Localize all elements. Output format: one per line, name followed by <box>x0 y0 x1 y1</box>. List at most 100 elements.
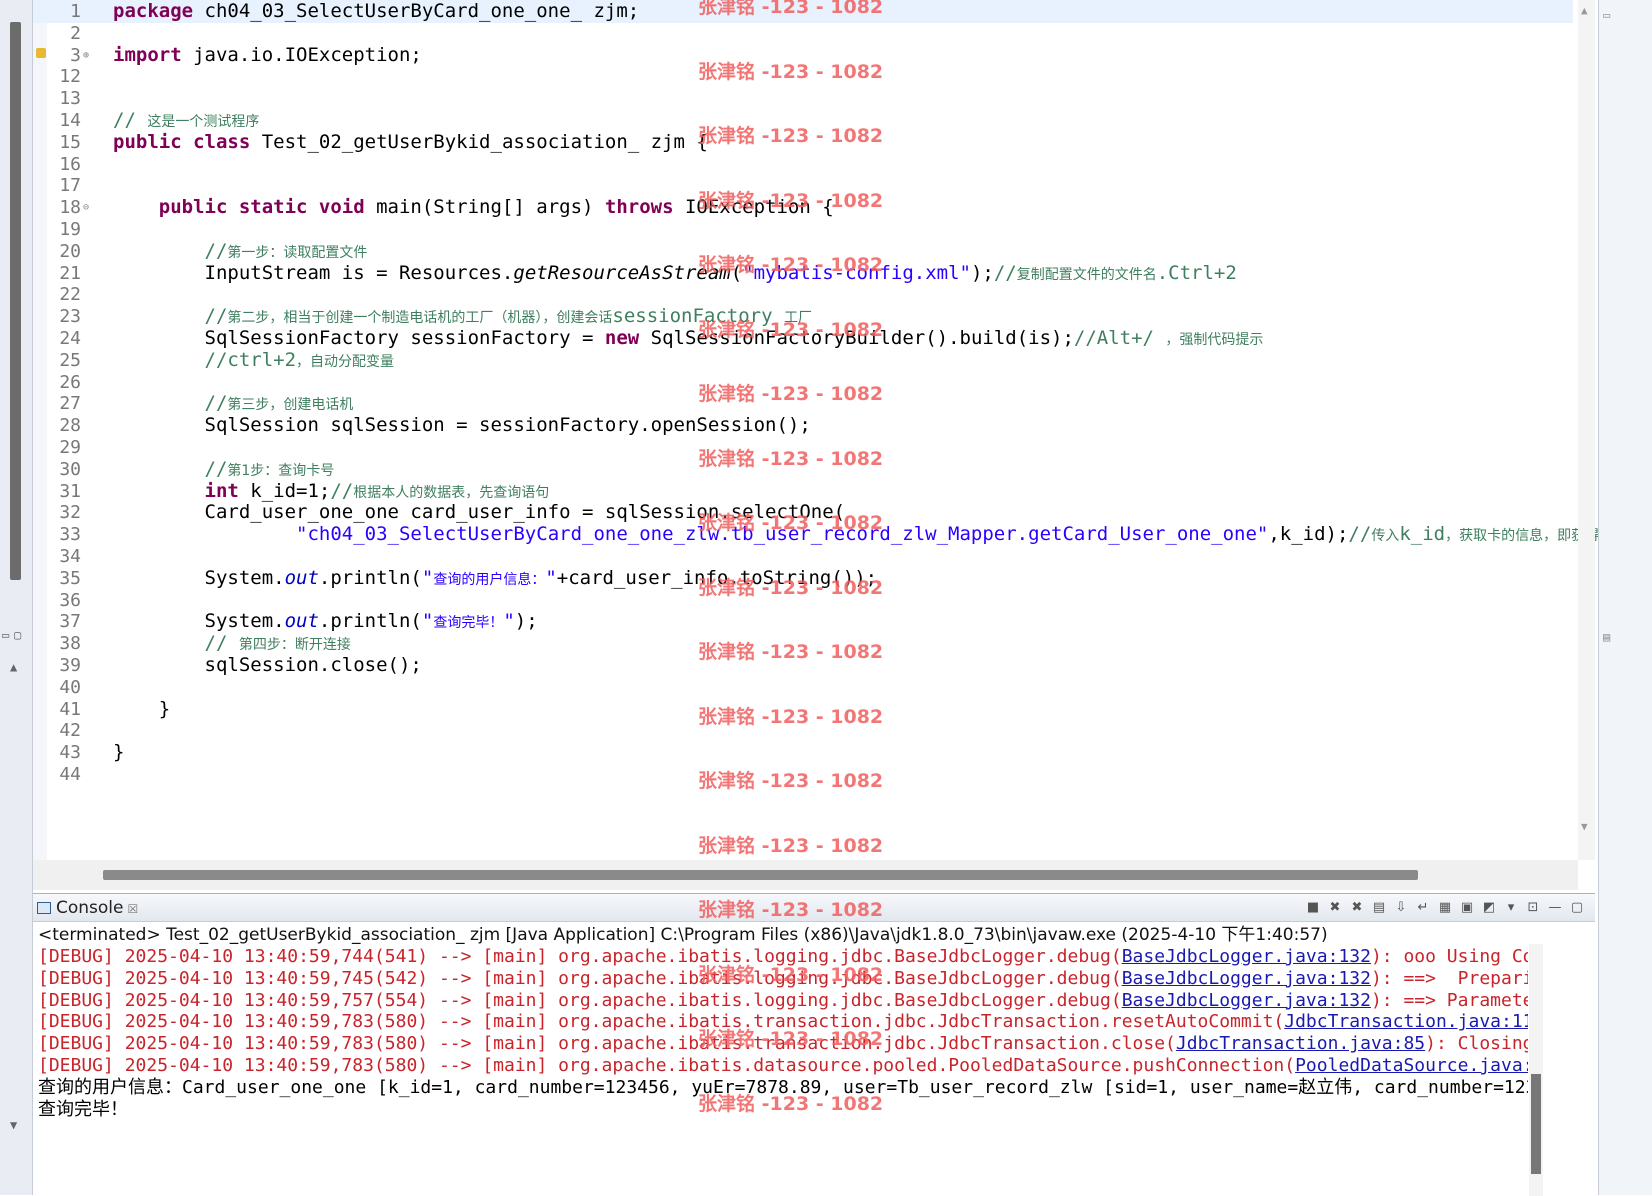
code-line[interactable]: 16 <box>33 153 1573 176</box>
code-text[interactable]: } <box>113 698 170 721</box>
open-console-icon[interactable]: ▾ <box>1503 900 1519 916</box>
minimize-icon[interactable]: ▭ <box>2 628 9 642</box>
code-line[interactable]: 43} <box>33 741 1573 764</box>
remove-launch-icon[interactable]: ✖ <box>1327 900 1343 916</box>
line-number: 25 <box>59 349 81 371</box>
code-line[interactable]: 13 <box>33 87 1573 110</box>
line-number: 34 <box>59 546 81 567</box>
left-scrollbar-thumb[interactable] <box>10 22 21 580</box>
console-scrollbar-thumb[interactable] <box>1531 1074 1541 1174</box>
code-token: // <box>113 457 228 480</box>
line-number: 2 <box>70 22 81 44</box>
code-line[interactable]: 28 SqlSession sqlSession = sessionFactor… <box>33 414 1573 437</box>
view-menu-icon[interactable]: ⊡ <box>1525 900 1541 916</box>
line-number: 31 <box>59 480 81 502</box>
line-number: 13 <box>59 88 81 110</box>
line-number: 44 <box>59 764 81 785</box>
code-token: throws <box>604 196 674 219</box>
log-text: [DEBUG] 2025-04-10 13:40:59,744(541) -->… <box>38 946 1122 967</box>
code-token: 根据本人的数据表，先查询语句 <box>353 484 550 501</box>
tab-console[interactable]: Console ☒ <box>37 896 138 920</box>
code-token: ,k_id); <box>1268 523 1349 546</box>
code-token: 查询完毕！ <box>433 615 504 632</box>
line-number: 22 <box>59 284 81 306</box>
display-selected-icon[interactable]: ◩ <box>1481 900 1497 916</box>
code-token: // <box>113 239 228 262</box>
code-line[interactable]: 2 <box>33 22 1573 45</box>
code-text[interactable]: package ch04_03_SelectUserByCard_one_one… <box>113 0 639 23</box>
code-line[interactable]: 25 //ctrl+2，自动分配变量 <box>33 349 1573 372</box>
code-line[interactable]: 19 <box>33 218 1573 241</box>
close-tab-icon[interactable]: ☒ <box>128 902 139 916</box>
show-on-output-icon[interactable]: ▦ <box>1437 900 1453 916</box>
code-text[interactable]: sqlSession.close(); <box>113 654 422 677</box>
horizontal-scrollbar-thumb[interactable] <box>103 870 1418 880</box>
code-text[interactable]: import java.io.IOException; <box>113 44 422 67</box>
watermark-text: 张津铭 -123 - 1082 <box>698 254 884 276</box>
code-token: // <box>113 305 228 328</box>
fold-toggle-icon[interactable]: ⊖ <box>83 196 89 219</box>
code-token: System. <box>113 566 285 589</box>
code-token: SqlSessionFactory sessionFactory = <box>113 327 605 349</box>
editor-horizontal-scrollbar[interactable] <box>33 860 1578 890</box>
code-token: SqlSession sqlSession = sessionFactory.o… <box>113 414 811 437</box>
code-text[interactable]: } <box>113 741 124 764</box>
clear-console-icon[interactable]: ▤ <box>1371 900 1387 916</box>
code-token: new <box>604 327 640 349</box>
line-number: 19 <box>59 219 81 240</box>
line-number: 30 <box>59 458 81 480</box>
line-number: 1 <box>70 1 81 22</box>
code-token: " <box>421 610 434 633</box>
code-line[interactable]: 34 <box>33 545 1573 568</box>
source-link[interactable]: PooledDataSource.java:332 <box>1295 1055 1528 1076</box>
code-line[interactable]: 22 <box>33 283 1573 306</box>
code-line[interactable]: 31 int k_id=1;//根据本人的数据表，先查询语句 <box>33 480 1573 503</box>
remove-all-icon[interactable]: ✖ <box>1349 900 1365 916</box>
scroll-down-icon[interactable]: ▼ <box>10 1118 17 1132</box>
line-number: 20 <box>59 240 81 262</box>
pin-console-icon[interactable]: ▣ <box>1459 900 1475 916</box>
code-line[interactable]: 37 System.out.println("查询完毕！"); <box>33 610 1573 633</box>
maximize-icon[interactable]: ▢ <box>14 628 21 642</box>
outline-icon[interactable]: ▤ <box>1603 630 1610 644</box>
code-text[interactable]: SqlSession sqlSession = sessionFactory.o… <box>113 414 811 437</box>
word-wrap-icon[interactable]: ↵ <box>1415 900 1431 916</box>
right-panel-strip: ▭ ▤ <box>1598 0 1652 1195</box>
console-toolbar: ■ ✖ ✖ ▤ ⇩ ↵ ▦ ▣ ◩ ▾ ⊡ — ▢ <box>1305 898 1585 918</box>
fold-toggle-icon[interactable]: ⊕ <box>83 44 89 67</box>
scroll-down-icon[interactable]: ▼ <box>1581 820 1588 833</box>
code-token: ，自动分配变量 <box>296 353 395 370</box>
terminate-icon[interactable]: ■ <box>1305 900 1321 916</box>
source-link[interactable]: JdbcTransaction.java:85 <box>1176 1033 1425 1054</box>
watermark-text: 张津铭 -123 - 1082 <box>698 1092 884 1115</box>
code-token: " <box>545 566 557 589</box>
log-text: [DEBUG] 2025-04-10 13:40:59,783(580) -->… <box>38 1033 1176 1055</box>
code-text[interactable]: public class Test_02_getUserBykid_associ… <box>113 131 708 154</box>
code-token: // <box>993 261 1017 284</box>
code-token: 这是一个测试程序 <box>147 114 260 130</box>
debug-log-line: [DEBUG] 2025-04-10 13:40:59,783(580) -->… <box>38 1055 1528 1077</box>
code-token: " <box>503 610 515 633</box>
line-number: 41 <box>59 698 81 720</box>
log-text: [DEBUG] 2025-04-10 13:40:59,757(554) -->… <box>38 989 1122 1011</box>
maximize-icon[interactable]: ▢ <box>1569 900 1585 916</box>
code-token: .Ctrl+2 <box>1156 261 1237 284</box>
code-token: // <box>330 479 354 502</box>
scroll-up-icon[interactable]: ▲ <box>10 660 17 674</box>
code-line[interactable]: 40 <box>33 676 1573 699</box>
watermark-text: 张津铭 -123 - 1082 <box>698 60 884 83</box>
source-link[interactable]: BaseJdbcLogger.java:132 <box>1122 990 1371 1011</box>
left-panel-strip: ▭ ▢ ▲ ▼ <box>0 0 33 1195</box>
line-number: 39 <box>59 655 81 676</box>
console-vertical-scrollbar[interactable] <box>1529 944 1543 1196</box>
editor-vertical-scrollbar[interactable]: ▲ ▼ <box>1578 0 1595 860</box>
restore-icon[interactable]: ▭ <box>1603 8 1610 22</box>
code-token: 第一步：读取配置文件 <box>227 244 368 261</box>
source-link[interactable]: JdbcTransaction.java:117 <box>1284 1011 1528 1032</box>
scroll-lock-icon[interactable]: ⇩ <box>1393 900 1409 916</box>
code-token: 第1步：查询卡号 <box>227 462 335 479</box>
source-link[interactable]: BaseJdbcLogger.java:132 <box>1122 946 1371 967</box>
source-link[interactable]: BaseJdbcLogger.java:132 <box>1122 968 1371 989</box>
minimize-icon[interactable]: — <box>1547 900 1563 916</box>
scroll-up-icon[interactable]: ▲ <box>1581 4 1588 17</box>
